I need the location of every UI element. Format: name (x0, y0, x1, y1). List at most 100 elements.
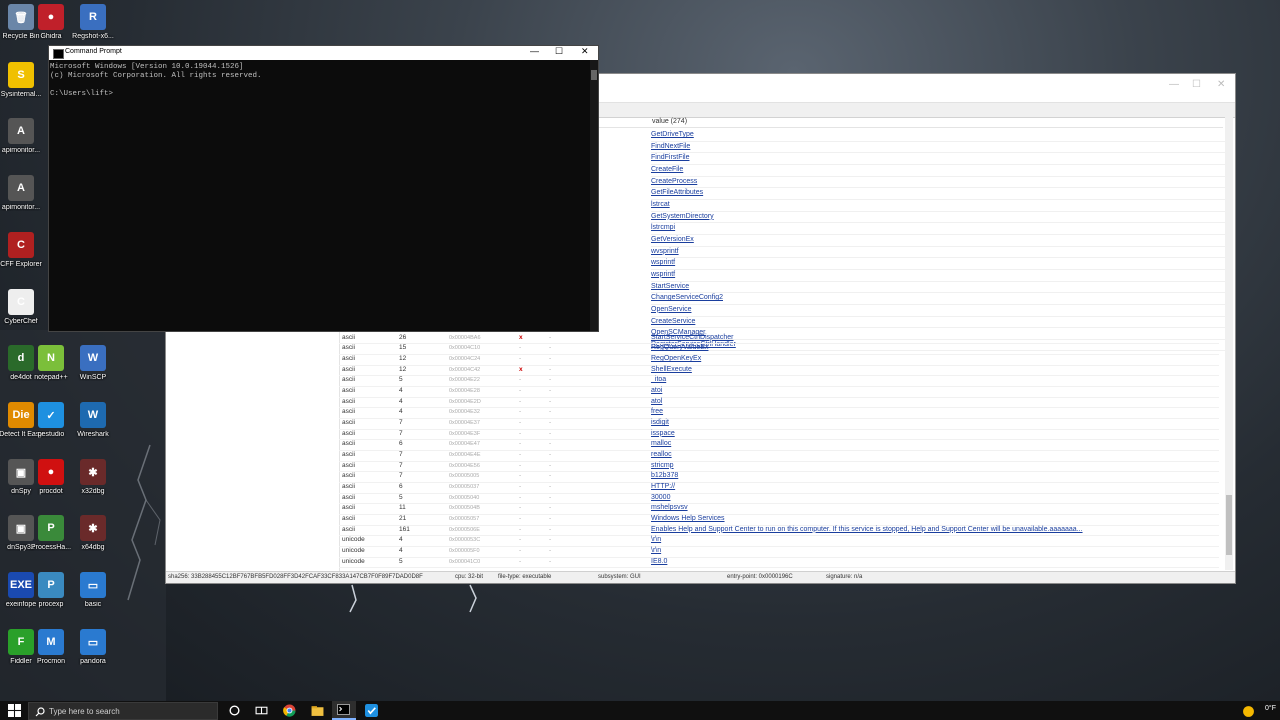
close-button[interactable]: ✕ (1217, 79, 1225, 90)
cell-offset: 0x00004E32 (449, 409, 480, 416)
value-link[interactable]: GetVersionEx (651, 235, 1231, 247)
desktop-icon[interactable]: S Sysinternal... (0, 62, 54, 98)
value-link[interactable]: wvsprintf (651, 247, 1231, 259)
command-prompt-window[interactable]: Command Prompt — ☐ ✕ Microsoft Windows [… (48, 45, 599, 332)
cell-offset: 0x00004E47 (449, 441, 480, 448)
value-link[interactable]: GetFileAttributes (651, 188, 1231, 200)
cell-value[interactable]: mshelpsvsv (651, 503, 688, 514)
cell-value[interactable]: isdigit (651, 418, 669, 429)
value-link[interactable]: OpenService (651, 305, 1231, 317)
cell-value[interactable]: b12b378 (651, 471, 678, 482)
cmd-console-output[interactable]: Microsoft Windows [Version 10.0.19044.15… (49, 60, 598, 99)
desktop-icon-label: Wireshark (77, 431, 109, 438)
value-link[interactable]: FindNextFile (651, 142, 1231, 154)
value-link[interactable]: GetSystemDirectory (651, 212, 1231, 224)
taskbar-cmd-button[interactable] (332, 701, 356, 720)
cell-value[interactable]: free (651, 407, 663, 418)
cell-value[interactable]: HTTP:// (651, 482, 675, 493)
cell-offset: 0x00004E28 (449, 388, 480, 395)
column-header-value[interactable]: value (274) (598, 117, 1223, 128)
cell-value[interactable]: \r\n (651, 535, 661, 546)
cell-value[interactable]: isspace (651, 429, 675, 440)
cell-value[interactable]: Windows Help Services (651, 514, 725, 525)
cell-hint: - (549, 419, 552, 427)
cell-hint: - (549, 472, 552, 480)
app-icon: A (8, 175, 34, 201)
value-link[interactable]: lstrcat (651, 200, 1231, 212)
desktop-icon[interactable]: ✱ x32dbg (60, 459, 126, 495)
cortana-icon[interactable] (228, 704, 241, 717)
table-row[interactable]: unicode 5 0x000041C0 - - IE8.0 (339, 557, 1219, 569)
cmd-minimize-button[interactable]: — (530, 46, 539, 56)
cell-hint: - (549, 525, 552, 533)
value-link[interactable]: wsprintf (651, 270, 1231, 282)
pestudio-taskbar-icon[interactable] (365, 704, 378, 717)
minimize-button[interactable]: — (1169, 79, 1179, 90)
desktop-icon-label: Sysinternal... (0, 91, 42, 98)
desktop-icon[interactable]: ✱ x64dbg (60, 515, 126, 551)
cell-value[interactable]: RegQueryValueEx (651, 343, 708, 354)
cell-hint: - (549, 333, 552, 341)
cell-offset: 0x00004C10 (449, 345, 481, 352)
cell-blacklist-flag: x (519, 333, 523, 341)
desktop-icon[interactable]: W Wireshark (60, 402, 126, 438)
cmd-maximize-button[interactable]: ☐ (555, 46, 563, 57)
desktop-icon[interactable]: Aapimonitor... (0, 118, 54, 154)
value-link[interactable]: wsprintf (651, 258, 1231, 270)
cmd-prompt-line[interactable]: C:\Users\lift> (50, 90, 598, 99)
weather-sun-icon[interactable] (1242, 705, 1255, 718)
cell-value[interactable]: StartServiceCtrlDispatcher (651, 333, 733, 344)
desktop-icon[interactable]: Aapimonitor... (0, 175, 54, 211)
desktop-icon[interactable]: C CFF Explorer (0, 232, 54, 268)
cell-blacklist-flag: - (519, 451, 522, 459)
cell-value[interactable]: IE8.0 (651, 557, 667, 568)
cell-value[interactable]: realloc (651, 450, 672, 461)
cell-value[interactable]: atoi (651, 386, 662, 397)
value-link[interactable]: lstrcmpi (651, 223, 1231, 235)
value-link[interactable]: CreateFile (651, 165, 1231, 177)
cell-value[interactable]: \r\n (651, 546, 661, 557)
file-explorer-icon[interactable] (311, 704, 324, 717)
value-link[interactable]: ChangeServiceConfig2 (651, 293, 1231, 305)
windows-start-icon[interactable] (8, 704, 21, 717)
cell-value[interactable]: RegOpenKeyEx (651, 354, 701, 365)
desktop-icon[interactable]: W WinSCP (60, 345, 126, 381)
cell-blacklist-flag: - (519, 344, 522, 352)
cell-encoding: ascii (342, 461, 356, 469)
cmd-close-button[interactable]: ✕ (581, 46, 589, 57)
value-link[interactable]: GetDriveType (651, 130, 1231, 142)
app-icon: R (80, 4, 106, 30)
value-link[interactable]: StartService (651, 282, 1231, 294)
cell-hint: - (549, 451, 552, 459)
desktop-icon[interactable]: ▭ pandora (60, 629, 126, 665)
cmd-line: Microsoft Windows [Version 10.0.19044.15… (50, 63, 244, 71)
app-icon: A (8, 118, 34, 144)
cell-value[interactable]: ShellExecute (651, 365, 692, 376)
value-link[interactable]: CreateProcess (651, 177, 1231, 189)
cell-value[interactable]: stricmp (651, 461, 674, 472)
vertical-scrollbar[interactable] (1225, 117, 1233, 570)
maximize-button[interactable]: ☐ (1192, 79, 1201, 90)
cell-value[interactable]: Enables Help and Support Center to run o… (651, 525, 1083, 536)
desktop-icon[interactable]: R Regshot-x6... (60, 4, 126, 40)
value-link[interactable]: FindFirstFile (651, 153, 1231, 165)
value-link[interactable]: CreateService (651, 317, 1231, 329)
cmd-titlebar[interactable]: Command Prompt — ☐ ✕ (49, 46, 598, 60)
cell-value[interactable]: _itoa (651, 375, 666, 386)
cmd-scrollbar[interactable] (590, 60, 598, 331)
desktop-icon[interactable]: ▭ basic (60, 572, 126, 608)
cmd-scrollbar-thumb[interactable] (591, 70, 597, 80)
weather-temperature[interactable]: 0°F (1265, 705, 1276, 712)
chrome-icon[interactable] (283, 704, 296, 717)
desktop-icon[interactable]: C CyberChef (0, 289, 54, 325)
cell-value[interactable]: 30000 (651, 493, 670, 504)
cell-value[interactable]: atol (651, 397, 662, 408)
task-view-icon[interactable] (255, 704, 268, 717)
cell-size: 12 (399, 365, 407, 373)
cell-value[interactable]: malloc (651, 439, 671, 450)
status-subsystem: subsystem: GUI (598, 574, 641, 580)
app-icon: C (8, 232, 34, 258)
taskbar-search-box[interactable]: Type here to search (28, 702, 218, 720)
cell-encoding: ascii (342, 440, 356, 448)
scrollbar-thumb[interactable] (1226, 495, 1232, 555)
